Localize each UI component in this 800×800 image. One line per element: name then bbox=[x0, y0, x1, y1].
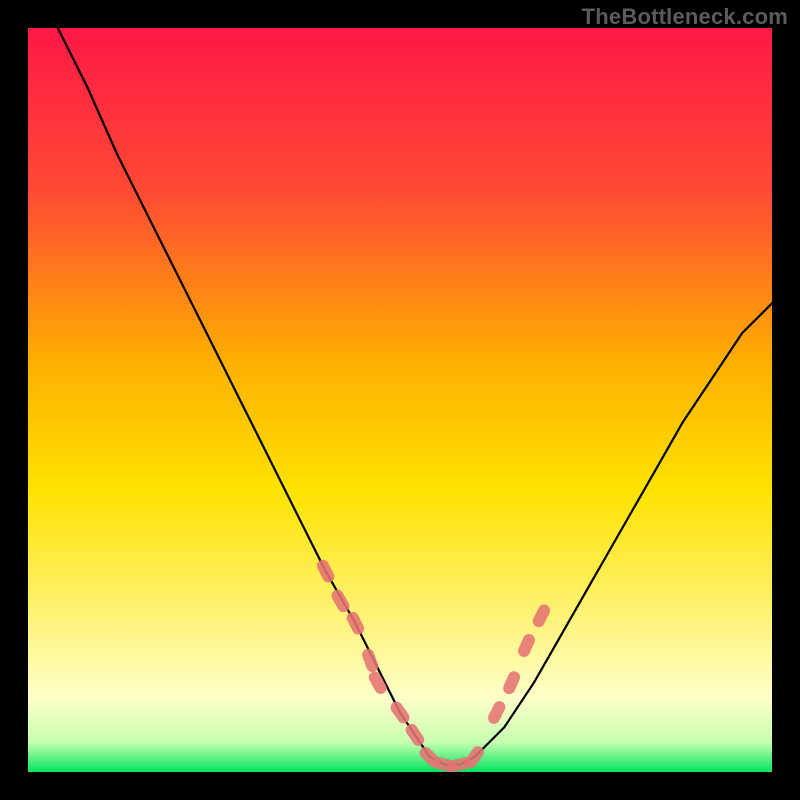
bottleneck-chart-svg bbox=[28, 28, 772, 772]
gradient-background bbox=[28, 28, 772, 772]
watermark-text: TheBottleneck.com bbox=[582, 4, 788, 30]
plot-area bbox=[28, 28, 772, 772]
chart-frame: TheBottleneck.com bbox=[0, 0, 800, 800]
